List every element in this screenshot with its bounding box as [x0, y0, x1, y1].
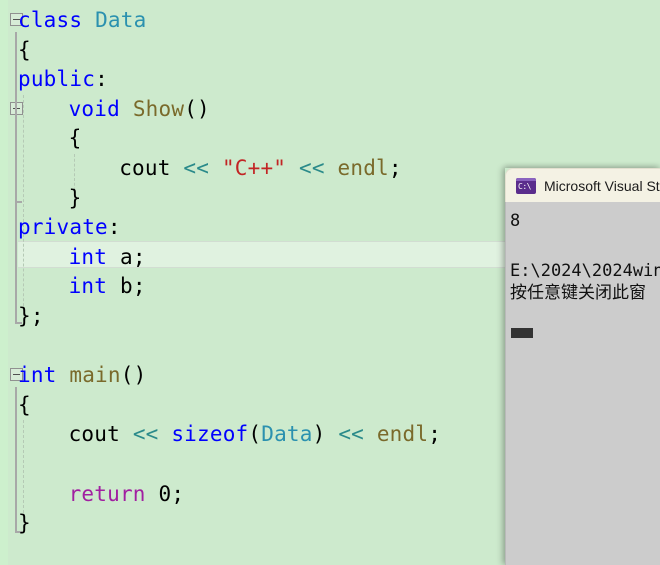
code-token: << — [132, 422, 159, 447]
code-token: private — [18, 215, 108, 240]
code-token: sizeof — [171, 422, 249, 447]
code-token: ; — [132, 244, 146, 269]
code-token: main — [69, 363, 121, 388]
code-token: : — [95, 67, 108, 92]
console-titlebar[interactable]: C:\ Microsoft Visual St — [505, 168, 660, 202]
code-line[interactable]: public: — [0, 65, 660, 93]
code-token: : — [107, 215, 121, 240]
code-token: b — [119, 274, 133, 299]
code-token: { — [18, 392, 31, 417]
code-token: int — [68, 244, 108, 269]
code-token: { — [18, 37, 31, 62]
code-token: endl — [376, 422, 429, 447]
code-token: endl — [337, 156, 389, 180]
code-token: << — [299, 156, 325, 180]
code-token: Show — [132, 96, 185, 121]
block-cursor — [511, 328, 533, 338]
code-token: () — [120, 363, 147, 388]
code-token: ; — [388, 156, 402, 180]
code-token: int — [18, 363, 57, 388]
code-token: << — [338, 422, 364, 447]
code-token: ( — [248, 422, 262, 447]
code-token: ; — [428, 422, 442, 447]
code-line[interactable]: { — [0, 124, 660, 152]
console-output-line: E:\2024\2024wint — [510, 261, 660, 281]
code-token: } — [68, 185, 82, 210]
code-token: void — [68, 96, 120, 121]
code-line[interactable]: { — [0, 36, 660, 64]
console-title: Microsoft Visual St — [544, 177, 660, 194]
code-token: Data — [261, 422, 313, 447]
code-token: int — [68, 274, 108, 299]
code-token: a — [119, 244, 133, 269]
code-token: } — [18, 511, 31, 536]
code-token: 0 — [158, 481, 172, 506]
code-token: Data — [95, 8, 147, 32]
code-token: "C++" — [221, 156, 287, 180]
code-token: ; — [171, 481, 185, 506]
console-window[interactable]: C:\ Microsoft Visual St 8 E:\2024\2024win… — [505, 168, 660, 565]
console-output-line: 按任意键关闭此窗 — [510, 283, 646, 303]
console-output-line: 8 — [510, 211, 521, 231]
code-token: << — [183, 156, 210, 180]
code-token: ) — [312, 422, 326, 447]
code-token: { — [68, 126, 82, 151]
code-token: ; — [132, 274, 146, 299]
console-output-area[interactable]: 8 E:\2024\2024wint 按任意键关闭此窗 — [505, 202, 660, 565]
screen: class Data{public: void Show(){cout << "C… — [0, 0, 660, 565]
code-token: () — [184, 96, 210, 121]
code-token: }; — [18, 304, 44, 328]
code-token: class — [18, 8, 83, 32]
code-line[interactable]: void Show() — [0, 95, 660, 123]
code-token: cout — [68, 422, 120, 447]
code-line[interactable]: class Data — [0, 6, 660, 34]
code-token: cout — [119, 156, 171, 180]
code-token: return — [68, 481, 146, 506]
code-token: public — [18, 67, 96, 92]
console-window-icon: C:\ — [516, 177, 536, 194]
